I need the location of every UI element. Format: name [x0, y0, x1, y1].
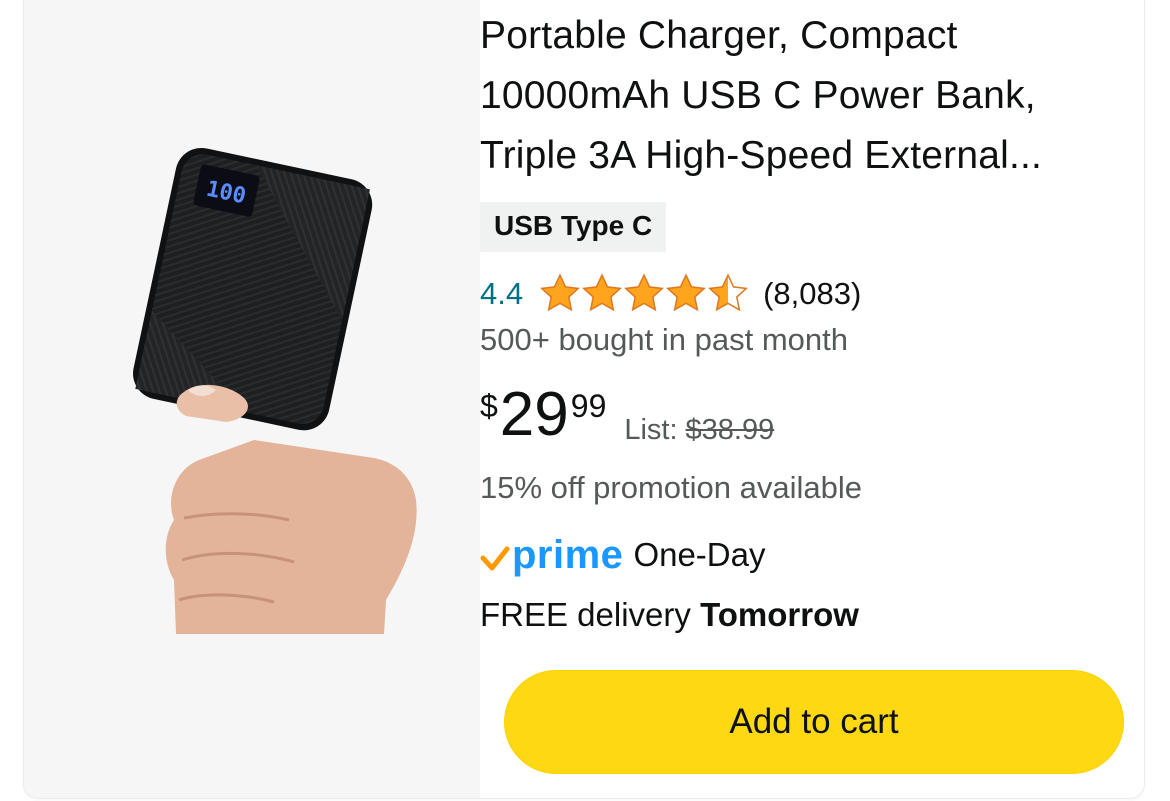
- add-to-cart-button[interactable]: Add to cart: [504, 670, 1124, 774]
- product-title[interactable]: Portable Charger, Compact 10000mAh USB C…: [480, 6, 1100, 186]
- list-price-label: List:: [624, 414, 678, 446]
- bought-count: 500+ bought in past month: [480, 322, 848, 357]
- promotion-text: 15% off promotion available: [480, 470, 863, 505]
- search-result-page: 100 Portable Charger, Compact 10000mAh U…: [0, 0, 1170, 801]
- star-icon: [540, 273, 581, 312]
- list-price: $38.99: [685, 414, 775, 446]
- star-rating: [537, 271, 749, 317]
- delivery-prefix: FREE delivery: [480, 596, 691, 633]
- delivery-date: Tomorrow: [700, 596, 859, 633]
- variant-badge: USB Type C: [480, 202, 667, 252]
- prime-badge: prime One-Day: [480, 530, 1100, 580]
- star-icon: [582, 273, 623, 312]
- price-symbol: $: [480, 388, 498, 424]
- price-fraction: 99: [570, 388, 607, 424]
- product-info: Portable Charger, Compact 10000mAh USB C…: [480, 14, 1100, 640]
- price-whole: 29: [499, 380, 569, 449]
- rating-row[interactable]: 4.4 (8,083): [480, 270, 1100, 318]
- star-icon: [666, 273, 707, 312]
- product-image[interactable]: 100: [104, 140, 424, 634]
- prime-speed: One-Day: [633, 536, 766, 573]
- product-title-line[interactable]: Portable Charger, Compact: [480, 6, 1100, 66]
- product-image-pane[interactable]: 100: [24, 0, 480, 798]
- prime-logo: prime: [512, 532, 624, 577]
- review-count[interactable]: (8,083): [763, 276, 861, 312]
- prime-check-icon: [480, 546, 510, 571]
- product-title-line[interactable]: Triple 3A High-Speed External...: [480, 126, 1100, 186]
- rating-value: 4.4: [480, 276, 524, 311]
- product-title-line[interactable]: 10000mAh USB C Power Bank,: [480, 66, 1100, 126]
- star-half-icon: [708, 273, 749, 312]
- star-icon: [624, 273, 665, 312]
- price: $ 29 99 List: $38.99: [480, 384, 1100, 450]
- delivery-info: FREE delivery Tomorrow: [480, 590, 1100, 640]
